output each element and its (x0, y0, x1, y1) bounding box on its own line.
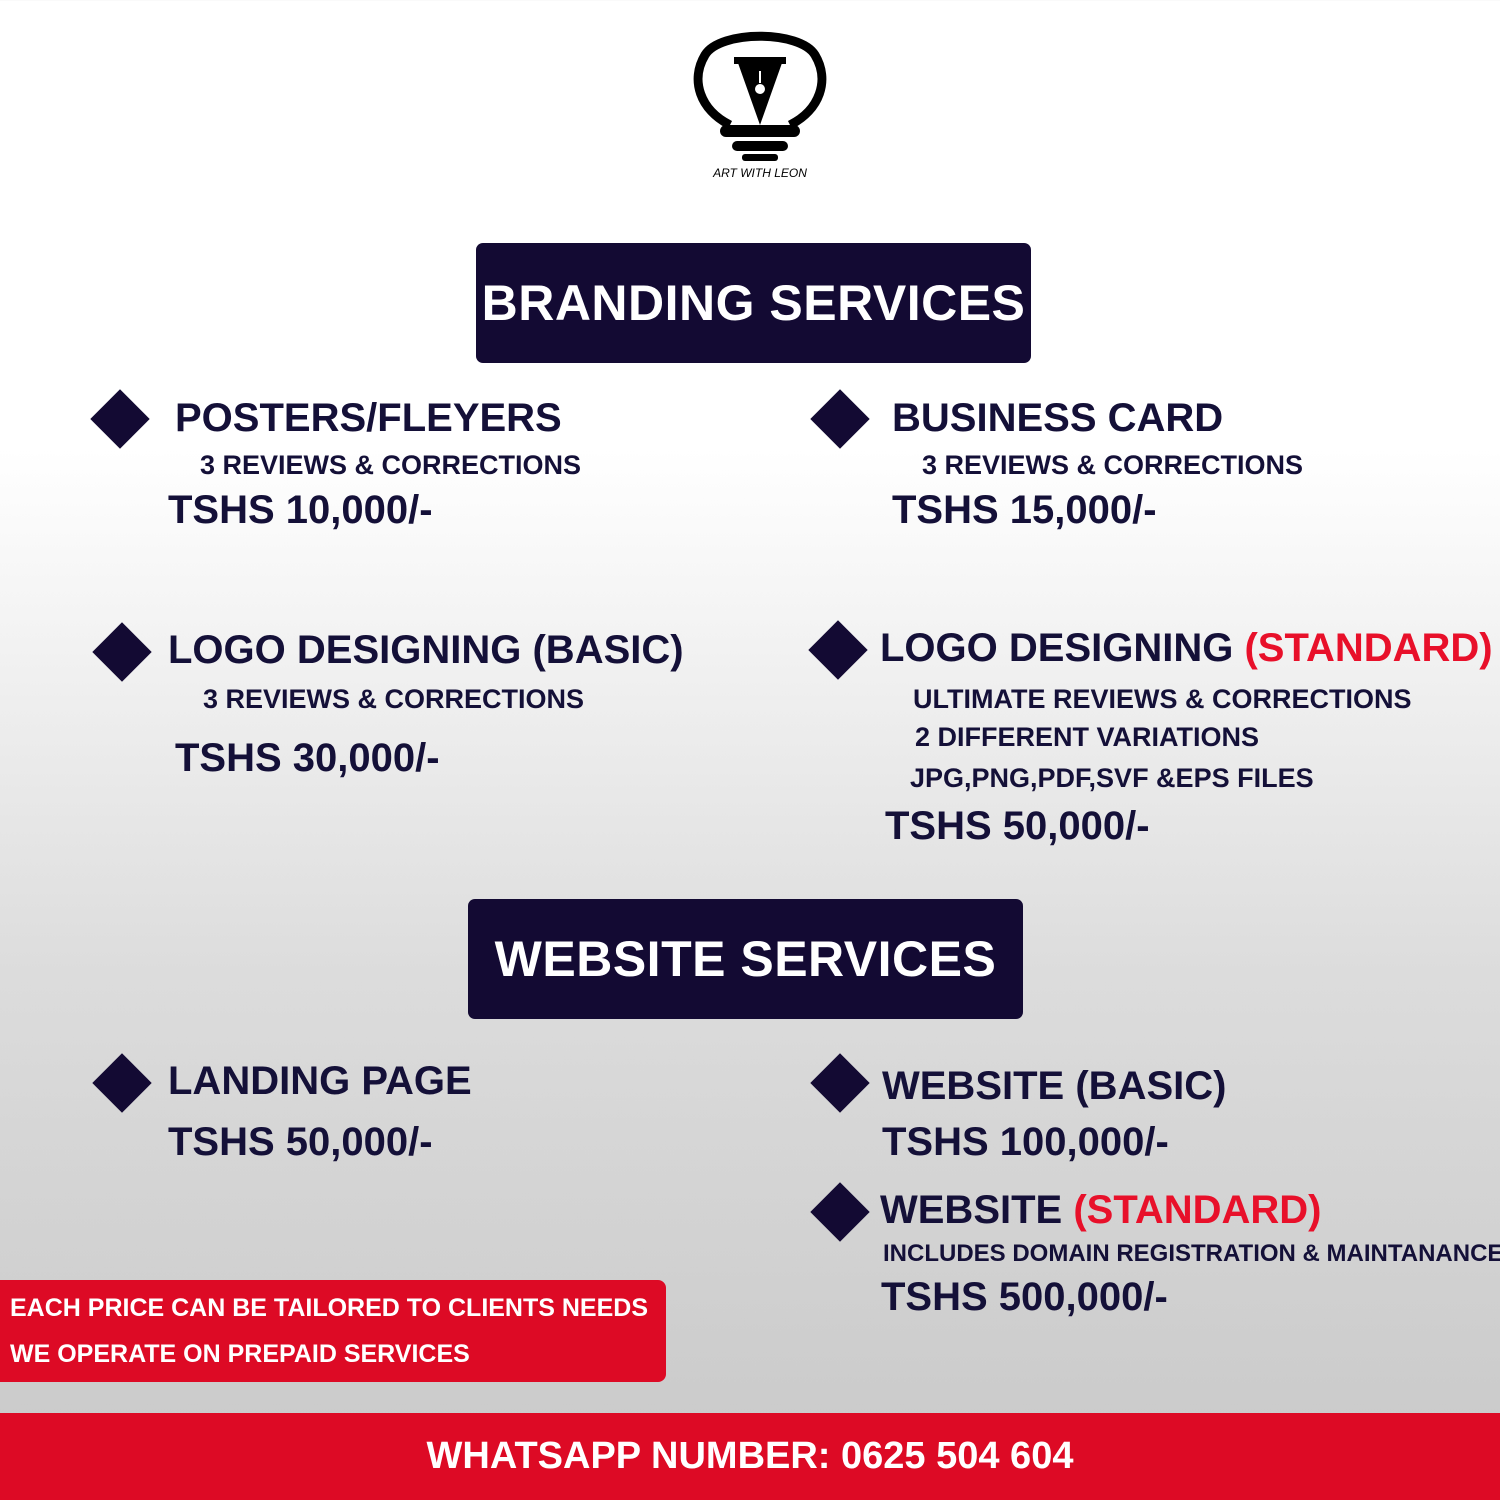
website-basic-title-text: WEBSITE (882, 1064, 1065, 1108)
branding-heading-label: BRANDING SERVICES (481, 275, 1026, 331)
landing-page-price: TSHS 50,000/- (168, 1120, 433, 1164)
logo-standard-title: LOGO DESIGNING (STANDARD) (880, 626, 1493, 671)
pricing-notice: EACH PRICE CAN BE TAILORED TO CLIENTS NE… (0, 1280, 666, 1382)
posters-price: TSHS 10,000/- (168, 488, 433, 532)
logo-standard-detail: JPG,PNG,PDF,SVF &EPS FILES (910, 763, 1314, 793)
website-heading-label: WEBSITE SERVICES (494, 931, 997, 987)
logo-standard-title-text: LOGO DESIGNING (880, 626, 1234, 670)
website-standard-detail: INCLUDES DOMAIN REGISTRATION & MAINTANAN… (883, 1240, 1500, 1267)
notice-line-2: WE OPERATE ON PREPAID SERVICES (10, 1340, 470, 1368)
website-services-heading: WEBSITE SERVICES (468, 899, 1023, 1019)
website-standard-title: WEBSITE (STANDARD) (880, 1188, 1321, 1233)
website-standard-price: TSHS 500,000/- (881, 1275, 1168, 1319)
lightbulb-pen-logo-icon (693, 31, 827, 161)
notice-line-1: EACH PRICE CAN BE TAILORED TO CLIENTS NE… (10, 1294, 649, 1322)
whatsapp-number: WHATSAPP NUMBER: 0625 504 604 (426, 1435, 1074, 1477)
bullet-diamond-icon (92, 622, 152, 682)
website-basic-title: WEBSITE (BASIC) (882, 1064, 1226, 1109)
logo-standard-detail: ULTIMATE REVIEWS & CORRECTIONS (913, 684, 1412, 714)
website-standard-tier: (STANDARD) (1073, 1188, 1322, 1232)
logo-basic-title: LOGO DESIGNING (BASIC) (168, 628, 684, 673)
bullet-diamond-icon (90, 389, 150, 449)
posters-title: POSTERS/FLEYERS (175, 396, 562, 440)
bullet-diamond-icon (810, 1053, 870, 1113)
branding-services-heading: BRANDING SERVICES (476, 243, 1031, 363)
business-card-price: TSHS 15,000/- (892, 488, 1157, 532)
website-standard-title-text: WEBSITE (880, 1188, 1063, 1232)
posters-detail: 3 REVIEWS & CORRECTIONS (200, 450, 582, 480)
logo-standard-tier: (STANDARD) (1244, 626, 1493, 670)
bullet-diamond-icon (810, 1182, 870, 1242)
business-card-detail: 3 REVIEWS & CORRECTIONS (922, 450, 1304, 480)
logo-basic-price: TSHS 30,000/- (175, 736, 440, 780)
logo-basic-detail: 3 REVIEWS & CORRECTIONS (203, 684, 585, 714)
website-basic-price: TSHS 100,000/- (882, 1120, 1169, 1164)
bullet-diamond-icon (92, 1053, 152, 1113)
logo-standard-detail: 2 DIFFERENT VARIATIONS (915, 722, 1260, 752)
bullet-diamond-icon (810, 389, 870, 449)
logo-basic-tier: (BASIC) (532, 628, 684, 672)
landing-page-title: LANDING PAGE (168, 1059, 472, 1103)
brand-logo-text: ART WITH LEON (713, 166, 807, 180)
logo-basic-title-text: LOGO DESIGNING (168, 628, 522, 672)
bullet-diamond-icon (808, 620, 868, 680)
whatsapp-footer: WHATSAPP NUMBER: 0625 504 604 (0, 1413, 1500, 1500)
logo-standard-price: TSHS 50,000/- (885, 804, 1150, 848)
business-card-title: BUSINESS CARD (892, 396, 1224, 440)
website-basic-tier: (BASIC) (1075, 1064, 1227, 1108)
